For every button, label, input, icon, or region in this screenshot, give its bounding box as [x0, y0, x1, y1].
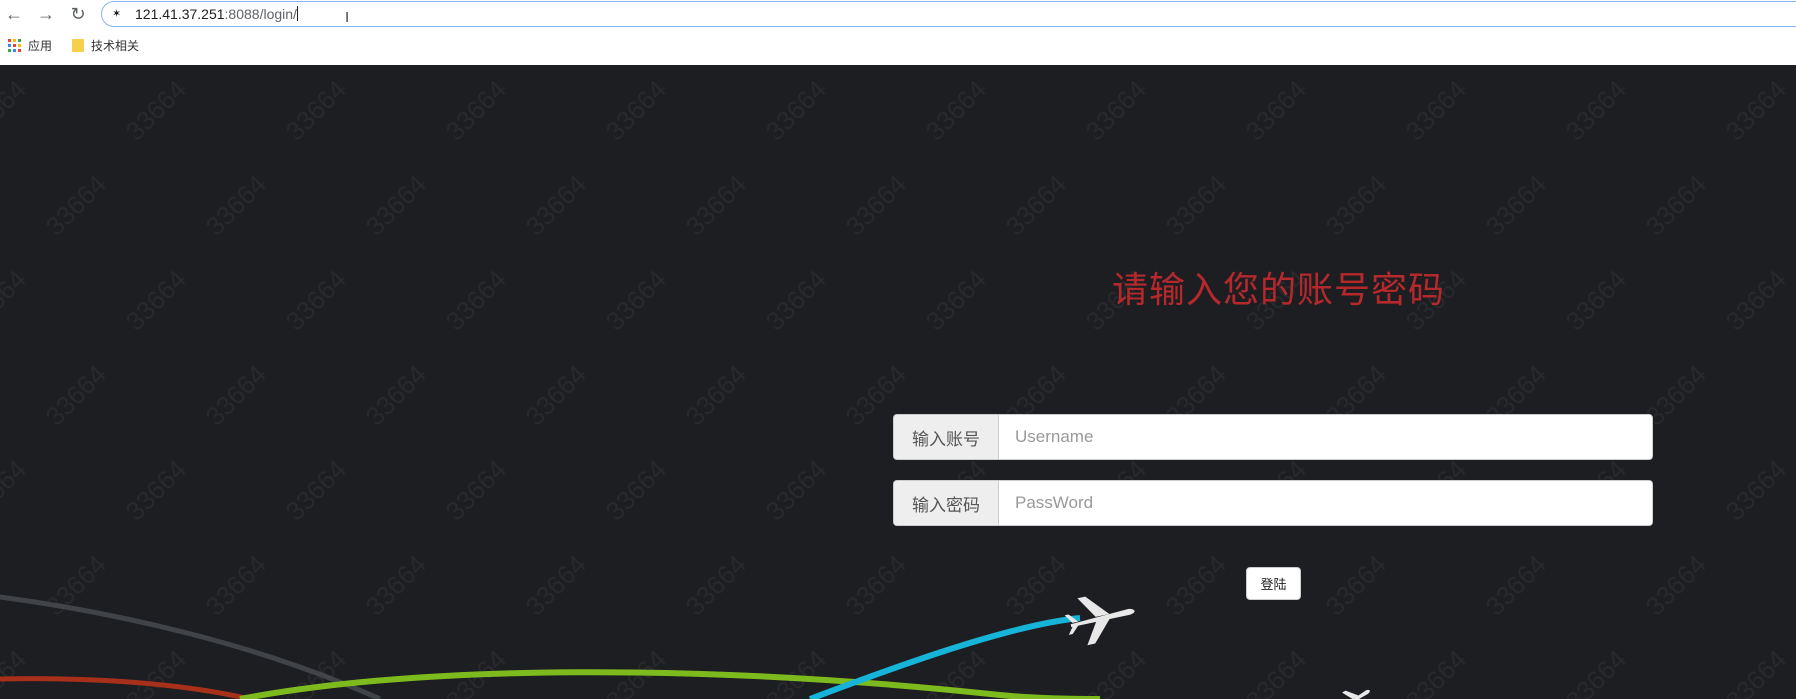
- url-host: 121.41.37.251: [135, 6, 225, 22]
- bookmark-apps-label: 应用: [28, 39, 53, 53]
- username-addon-label: 输入账号: [894, 415, 999, 459]
- url-path: :8088/login/: [224, 6, 297, 22]
- mouse-ibeam-cursor-icon: I: [345, 9, 350, 26]
- username-input-group: 输入账号: [893, 414, 1653, 460]
- password-input[interactable]: [999, 481, 1652, 525]
- url-text[interactable]: 121.41.37.251:8088/login/: [135, 6, 298, 22]
- flight-trails-illustration: [0, 594, 1370, 699]
- apps-grid-icon: [8, 39, 21, 52]
- reload-icon[interactable]: ↻: [67, 3, 89, 25]
- bookmarks-bar: 应用 技术相关: [0, 33, 1796, 59]
- bookmark-tech[interactable]: 技术相关: [72, 37, 139, 54]
- address-bar[interactable]: ✶ 121.41.37.251:8088/login/: [101, 1, 1796, 27]
- password-input-group: 输入密码: [893, 480, 1653, 526]
- password-addon-label: 输入密码: [894, 481, 999, 525]
- forward-arrow-icon[interactable]: →: [35, 3, 57, 25]
- text-caret: [296, 6, 298, 21]
- bookmark-apps[interactable]: 应用: [8, 37, 52, 54]
- folder-icon: [72, 39, 84, 52]
- site-favicon-icon: ✶: [112, 8, 122, 20]
- bookmark-tech-label: 技术相关: [91, 39, 140, 53]
- login-button[interactable]: 登陆: [1246, 567, 1301, 600]
- username-input[interactable]: [999, 415, 1652, 459]
- back-arrow-icon[interactable]: ←: [3, 3, 25, 25]
- login-page: 33664 33664 33664 33664 33664 33664 33664 33664…: [0, 65, 1796, 699]
- page-title: 请输入您的账号密码: [1112, 269, 1446, 310]
- browser-chrome: ← → ↻ ✶ 121.41.37.251:8088/login/ I 应用 技…: [0, 0, 1796, 65]
